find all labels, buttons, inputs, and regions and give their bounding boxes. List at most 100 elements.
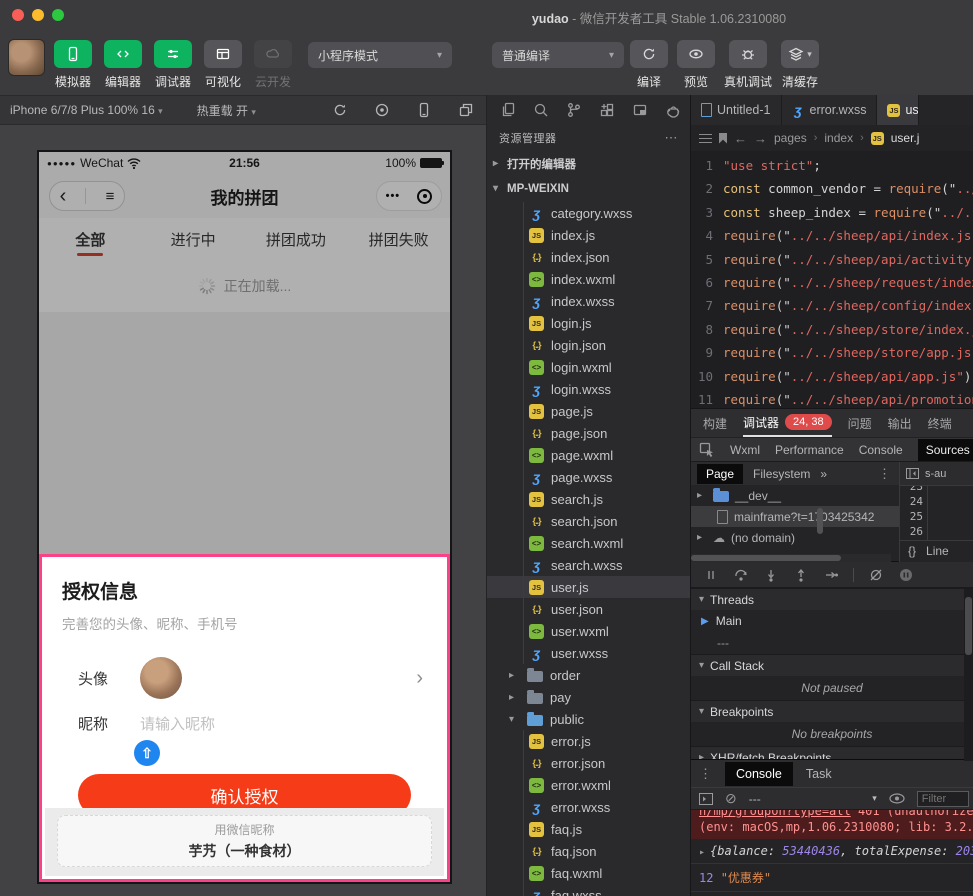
toolbar-button-可视化[interactable]: 可视化	[204, 40, 242, 90]
git-branch-icon[interactable]	[566, 102, 582, 118]
sources-tab-Filesystem[interactable]: Filesystem	[753, 467, 810, 481]
inspect-element-icon[interactable]	[699, 442, 715, 458]
section-open-editors[interactable]: ▸ 打开的编辑器	[487, 151, 690, 176]
tree-item-no-domain[interactable]: ▸ ☁ (no domain)	[691, 527, 899, 548]
wechat-nickname-suggestion[interactable]: 用微信昵称 芋艿（一种食材）	[57, 815, 432, 867]
files-icon[interactable]	[500, 102, 516, 118]
breakpoints-section-header[interactable]: ▾ Breakpoints	[691, 700, 973, 722]
extensions-icon[interactable]	[599, 102, 615, 118]
vertical-scrollbar-thumb[interactable]	[817, 508, 823, 534]
breadcrumb-index[interactable]: index	[824, 131, 853, 145]
action-button-编译[interactable]: 编译	[630, 40, 668, 90]
compile-mode-select[interactable]: 普通编译 ▾	[492, 42, 624, 68]
tree-item-user.json[interactable]: {..}user.json	[487, 598, 690, 620]
section-mp-weixin[interactable]: ▾ MP-WEIXIN	[487, 176, 690, 201]
tree-item-search.json[interactable]: {..}search.json	[487, 510, 690, 532]
devtools-tab-Wxml[interactable]: Wxml	[730, 443, 760, 457]
tree-item-order[interactable]: ▸order	[487, 664, 690, 686]
outline-icon[interactable]	[699, 134, 712, 143]
tree-item-pay[interactable]: ▸pay	[487, 686, 690, 708]
console-log-object[interactable]: ▸{balance: 53440436, totalExpense: 203	[691, 839, 973, 864]
multi-window-icon[interactable]	[458, 102, 474, 118]
xhr-breakpoints-section-header[interactable]: ▸ XHR/fetch Breakpoints	[691, 746, 973, 759]
tab-console[interactable]: Console	[725, 762, 793, 786]
tree-item-mainframe[interactable]: mainframe?t=1703425342	[691, 506, 899, 527]
toolbar-button-模拟器[interactable]: 模拟器	[54, 40, 92, 90]
deactivate-breakpoints-icon[interactable]	[868, 567, 884, 583]
tree-item-search.wxml[interactable]: <>search.wxml	[487, 532, 690, 554]
device-select[interactable]: iPhone 6/7/8 Plus 100% 16 ▾	[10, 103, 163, 117]
editor-tab-user.js[interactable]: JSuser.js	[877, 95, 919, 125]
mode-select[interactable]: 小程序模式 ▾	[308, 42, 452, 68]
record-icon[interactable]	[374, 102, 390, 118]
toolbar-button-云开发[interactable]: 云开发	[254, 40, 292, 90]
tree-item-page.json[interactable]: {..}page.json	[487, 422, 690, 444]
user-avatar-preview[interactable]	[140, 657, 182, 699]
tree-item-index.js[interactable]: JSindex.js	[487, 224, 690, 246]
editor-tab-Untitled-1[interactable]: Untitled-1	[691, 95, 782, 125]
breadcrumb-file[interactable]: user.j	[891, 131, 920, 145]
step-over-icon[interactable]	[733, 567, 749, 583]
tree-item-index.wxss[interactable]: ʒindex.wxss	[487, 290, 690, 312]
tree-item-error.json[interactable]: {..}error.json	[487, 752, 690, 774]
tree-item-faq.js[interactable]: JSfaq.js	[487, 818, 690, 840]
tree-item-public[interactable]: ▾public	[487, 708, 690, 730]
tree-item-error.js[interactable]: JSerror.js	[487, 730, 690, 752]
debug-scrollbar[interactable]	[964, 589, 973, 761]
nickname-input[interactable]: 请输入昵称	[140, 713, 215, 734]
avatar-row[interactable]: 头像 ›	[62, 657, 427, 699]
tree-item-dev[interactable]: ▸ __dev__	[691, 485, 899, 506]
breadcrumb-pages[interactable]: pages	[774, 131, 807, 145]
tree-item-error.wxml[interactable]: <>error.wxml	[487, 774, 690, 796]
tree-item-faq.json[interactable]: {..}faq.json	[487, 840, 690, 862]
tree-item-login.wxml[interactable]: <>login.wxml	[487, 356, 690, 378]
step-into-icon[interactable]	[763, 567, 779, 583]
minimize-window-button[interactable]	[32, 9, 44, 21]
tree-item-page.js[interactable]: JSpage.js	[487, 400, 690, 422]
devtools-tab-Console[interactable]: Console	[859, 443, 903, 457]
secure-input-icon[interactable]: ⇧	[134, 740, 160, 766]
toggle-sidebar-icon[interactable]	[906, 468, 919, 479]
navigate-forward-icon[interactable]: →	[754, 131, 767, 146]
window-icon[interactable]	[632, 102, 648, 118]
tree-item-user.js[interactable]: JSuser.js	[487, 576, 690, 598]
sources-tab-Page[interactable]: Page	[697, 464, 743, 484]
toolbar-button-调试器[interactable]: 调试器	[154, 40, 192, 90]
explorer-more-icon[interactable]: ⋯	[665, 130, 679, 146]
braces-icon[interactable]: {}	[908, 544, 916, 558]
tree-item-search.js[interactable]: JSsearch.js	[487, 488, 690, 510]
tree-item-user.wxml[interactable]: <>user.wxml	[487, 620, 690, 642]
more-tools-icon[interactable]: ⋮	[699, 766, 712, 782]
tree-item-user.wxss[interactable]: ʒuser.wxss	[487, 642, 690, 664]
threads-section-header[interactable]: ▾ Threads	[691, 588, 973, 610]
tree-item-login.js[interactable]: JSlogin.js	[487, 312, 690, 334]
step-forward-icon[interactable]	[823, 567, 839, 583]
devtools-tab-Sources[interactable]: Sources	[918, 439, 973, 461]
tree-item-error.wxss[interactable]: ʒerror.wxss	[487, 796, 690, 818]
hot-reload-toggle[interactable]: 热重载 开 ▾	[197, 102, 256, 119]
panel-tab-构建[interactable]: 构建	[703, 409, 727, 437]
eye-icon[interactable]	[889, 793, 905, 804]
pane-menu-icon[interactable]: ⋮	[878, 466, 891, 482]
expand-icon[interactable]: ▸	[699, 847, 705, 858]
device-icon[interactable]	[416, 102, 432, 118]
tree-item-login.json[interactable]: {..}login.json	[487, 334, 690, 356]
tree-item-page.wxml[interactable]: <>page.wxml	[487, 444, 690, 466]
console-sidebar-icon[interactable]	[699, 793, 713, 805]
tree-item-login.wxss[interactable]: ʒlogin.wxss	[487, 378, 690, 400]
search-icon[interactable]	[533, 102, 549, 118]
close-window-button[interactable]	[12, 9, 24, 21]
code-area[interactable]: 1"use strict";2const common_vendor = req…	[691, 151, 973, 408]
action-button-预览[interactable]: 预览	[677, 40, 715, 90]
tree-item-faq.wxss[interactable]: ʒfaq.wxss	[487, 884, 690, 896]
action-button-真机调试[interactable]: 真机调试	[724, 40, 772, 90]
devtools-tab-Performance[interactable]: Performance	[775, 443, 844, 457]
clear-console-icon[interactable]: ⊘	[725, 790, 737, 807]
tree-item-index.wxml[interactable]: <>index.wxml	[487, 268, 690, 290]
user-avatar[interactable]	[8, 39, 45, 76]
tree-item-search.wxss[interactable]: ʒsearch.wxss	[487, 554, 690, 576]
zoom-window-button[interactable]	[52, 9, 64, 21]
navigate-back-icon[interactable]: ←	[734, 131, 747, 146]
panel-tab-终端[interactable]: 终端	[928, 409, 952, 437]
tab-task[interactable]: Task	[806, 767, 832, 781]
